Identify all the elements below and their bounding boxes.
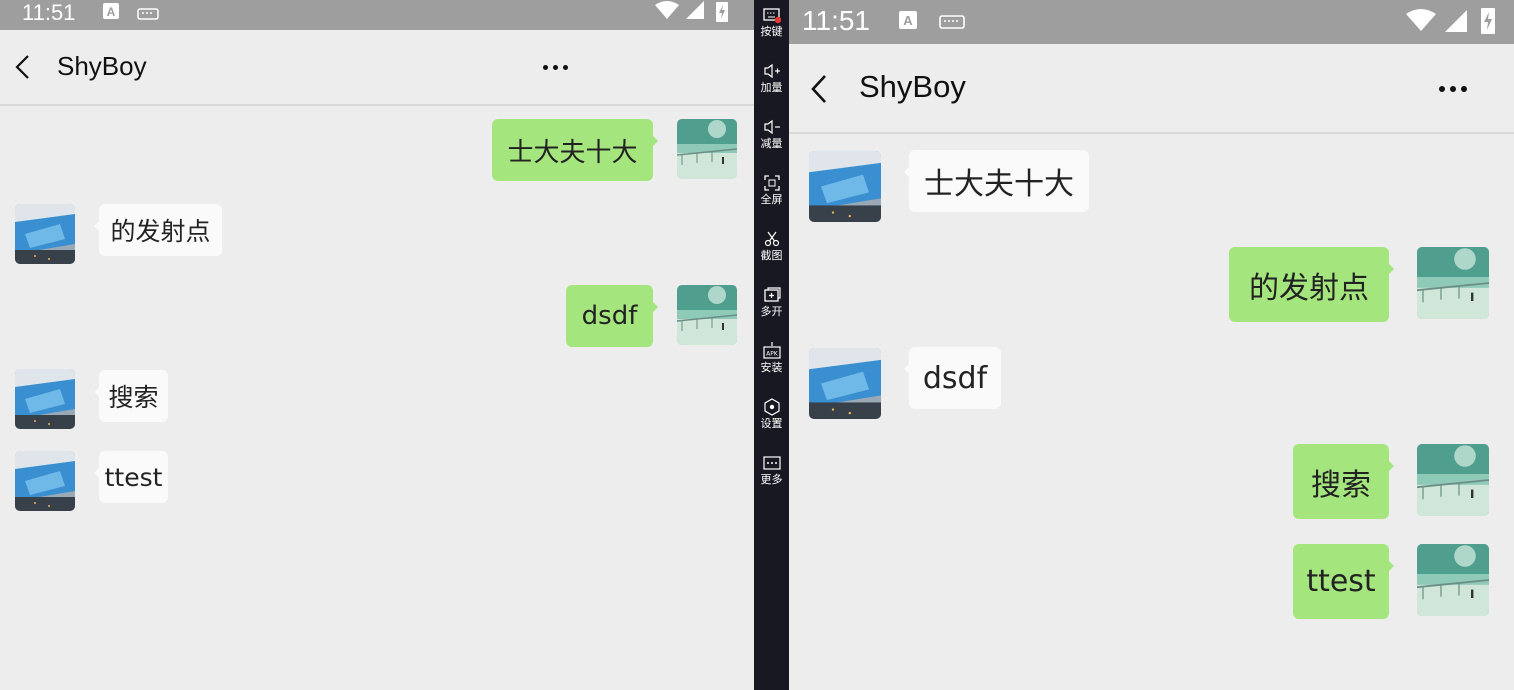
message-bubble[interactable]: dsdf <box>566 285 658 347</box>
contact-avatar[interactable] <box>809 348 881 419</box>
status-bar: 11:51 A <box>789 0 1514 44</box>
toolbar-label: 减量 <box>760 137 783 150</box>
message-bubble[interactable]: 士大夫十大 <box>492 119 658 181</box>
signal-icon <box>685 0 705 24</box>
multi-instance-icon <box>763 287 781 302</box>
my-avatar[interactable] <box>677 119 737 179</box>
toolbar-label: 加量 <box>760 81 783 94</box>
signal-icon <box>1444 9 1468 37</box>
toolbar-label: 多开 <box>760 305 783 318</box>
message-bubble[interactable]: dsdf <box>904 347 1001 409</box>
battery-icon <box>1481 6 1495 38</box>
toolbar-keymap-button[interactable]: 按键 <box>754 6 789 38</box>
svg-text:A: A <box>903 13 913 28</box>
chat-title: ShyBoy <box>859 69 966 104</box>
chat-header: ShyBoy <box>789 44 1514 134</box>
more-options-icon[interactable] <box>1439 86 1467 92</box>
status-bar: 11:51 A <box>0 0 754 30</box>
toolbar-volume-up-button[interactable]: 加量 <box>754 62 789 94</box>
keyboard-icon <box>762 8 781 24</box>
volume-down-icon <box>763 119 780 135</box>
svg-text:A: A <box>107 5 116 19</box>
volume-up-icon <box>763 63 780 79</box>
keyboard-status-icon <box>939 14 965 33</box>
more-icon <box>762 456 781 470</box>
toolbar-multi-instance-button[interactable]: 多开 <box>754 286 789 318</box>
message-bubble[interactable]: ttest <box>94 451 168 503</box>
contact-avatar[interactable] <box>15 369 75 429</box>
font-app-icon: A <box>103 3 119 19</box>
toolbar-screenshot-button[interactable]: 截图 <box>754 230 789 262</box>
message-bubble[interactable]: 士大夫十大 <box>904 150 1089 212</box>
scissors-icon <box>764 231 779 247</box>
message-bubble[interactable]: 搜索 <box>1293 444 1394 519</box>
toolbar-install-apk-button[interactable]: APK 安装 <box>754 342 789 374</box>
my-avatar[interactable] <box>1417 444 1489 516</box>
my-avatar[interactable] <box>1417 247 1489 319</box>
contact-avatar[interactable] <box>809 151 881 222</box>
right-phone-screen: 11:51 A ShyBoy 士大夫十大 的发射点 dsdf 搜索 ttest <box>789 0 1514 690</box>
message-bubble[interactable]: 搜索 <box>94 370 168 422</box>
battery-icon <box>716 0 728 26</box>
toolbar-label: 安装 <box>760 361 783 374</box>
wifi-icon <box>1405 8 1437 36</box>
contact-avatar[interactable] <box>15 451 75 511</box>
my-avatar[interactable] <box>1417 544 1489 616</box>
left-phone-screen: 11:51 A ShyBoy 士大夫十大 的发射点 dsdf 搜索 ttest <box>0 0 754 690</box>
toolbar-fullscreen-button[interactable]: 全屏 <box>754 174 789 206</box>
more-options-icon[interactable] <box>543 65 568 70</box>
chat-title: ShyBoy <box>57 51 147 81</box>
my-avatar[interactable] <box>677 285 737 345</box>
message-bubble[interactable]: 的发射点 <box>94 204 222 256</box>
chat-header: ShyBoy <box>0 30 754 106</box>
toolbar-volume-down-button[interactable]: 减量 <box>754 118 789 150</box>
fullscreen-icon <box>763 175 780 191</box>
apk-install-icon: APK <box>762 342 781 359</box>
toolbar-label: 按键 <box>760 25 783 38</box>
toolbar-more-button[interactable]: 更多 <box>754 454 789 486</box>
contact-avatar[interactable] <box>15 204 75 264</box>
settings-icon <box>763 398 780 416</box>
toolbar-label: 设置 <box>760 417 783 430</box>
font-app-icon: A <box>899 11 917 29</box>
back-arrow-icon[interactable] <box>809 74 829 108</box>
message-bubble[interactable]: 的发射点 <box>1229 247 1394 322</box>
toolbar-settings-button[interactable]: 设置 <box>754 398 789 430</box>
message-bubble[interactable]: ttest <box>1293 544 1394 619</box>
back-arrow-icon[interactable] <box>14 54 32 84</box>
emulator-toolbar: 按键 加量 减量 全屏 截图 多开 APK 安装 设置 更多 <box>754 0 789 690</box>
toolbar-label: 截图 <box>760 249 783 262</box>
status-time: 11:51 <box>22 0 76 25</box>
toolbar-label: 全屏 <box>760 193 783 206</box>
wifi-icon <box>654 0 680 24</box>
toolbar-label: 更多 <box>760 473 783 486</box>
keyboard-status-icon <box>137 5 159 24</box>
status-time: 11:51 <box>802 5 870 36</box>
svg-text:APK: APK <box>766 351 779 358</box>
